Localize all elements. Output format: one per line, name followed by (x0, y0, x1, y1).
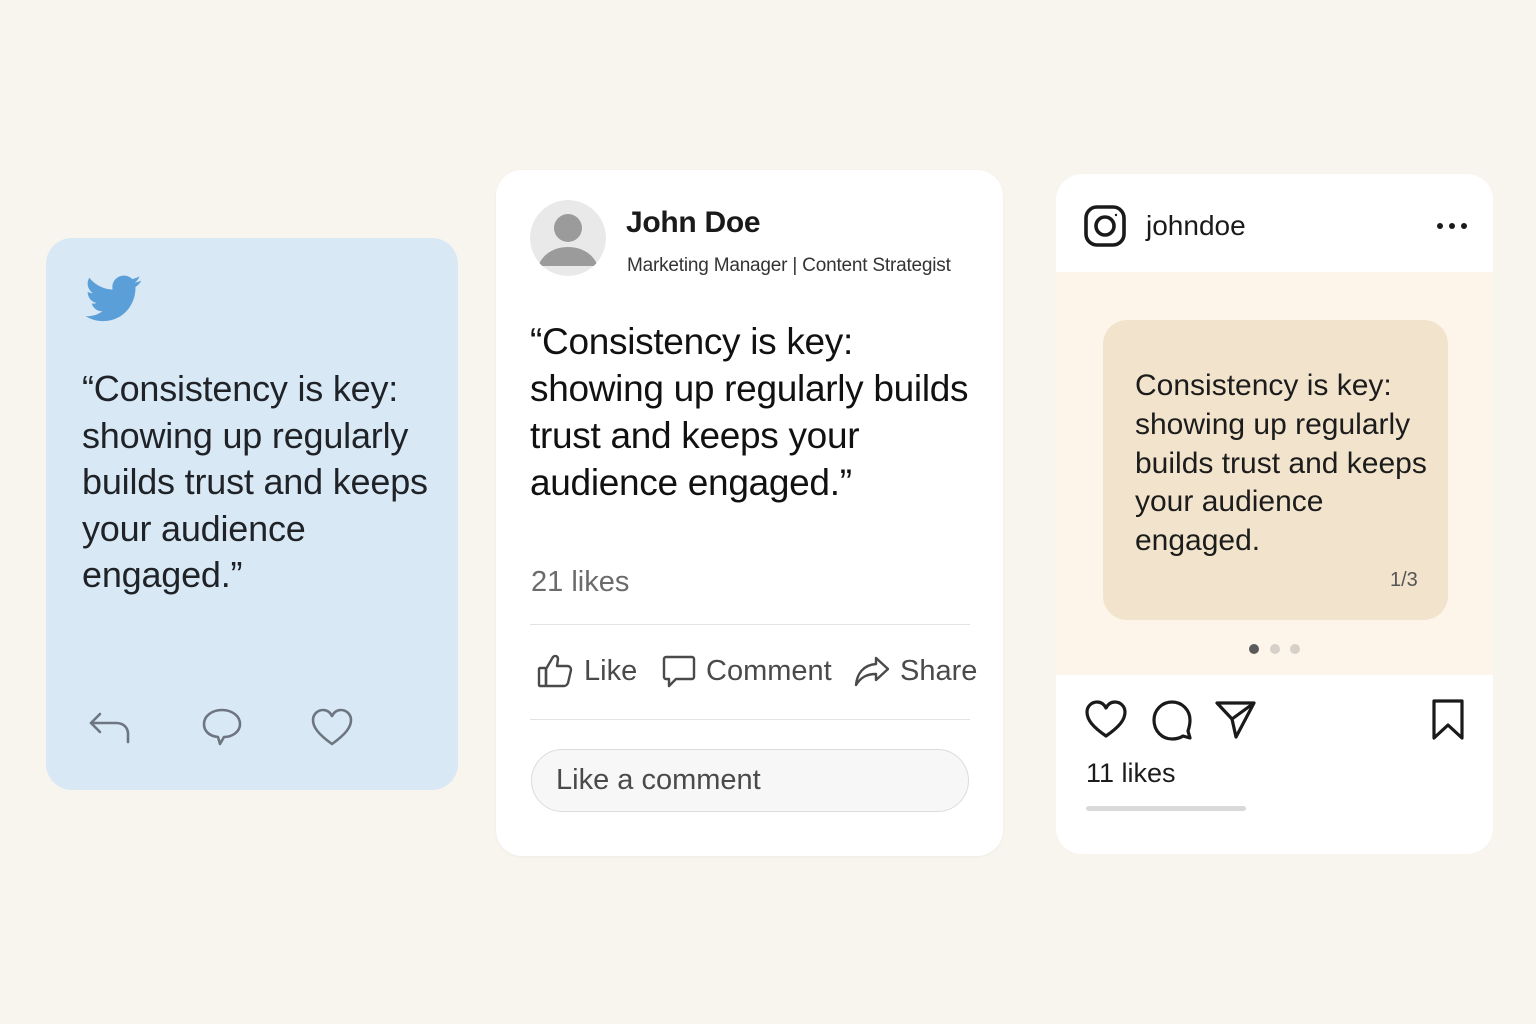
like-label: Like (584, 654, 638, 687)
divider (530, 624, 970, 625)
comment-icon (662, 652, 696, 690)
author-name[interactable]: John Doe (626, 206, 761, 240)
tweet-text: “Consistency is key: showing up regularl… (82, 368, 428, 595)
comment-button[interactable]: Comment (662, 648, 832, 694)
reply-icon[interactable] (86, 704, 134, 750)
carousel-dot-active[interactable] (1249, 644, 1259, 654)
carousel-dot[interactable] (1290, 644, 1300, 654)
slide-text: Consistency is key: showing up regularly… (1135, 369, 1427, 558)
author-headline: Marketing Manager | Content Strategist (627, 255, 951, 276)
share-button[interactable]: Share (854, 648, 977, 694)
instagram-logo-icon (1084, 205, 1126, 247)
caption-placeholder-bar (1086, 806, 1246, 811)
bookmark-icon[interactable] (1428, 698, 1472, 742)
thumbs-up-icon (536, 652, 574, 690)
post-text: “Consistency is key: showing up regularl… (530, 321, 969, 503)
comment-icon[interactable] (198, 704, 246, 750)
slide-counter: 1/3 (1390, 569, 1418, 591)
carousel-dot[interactable] (1270, 644, 1280, 654)
likes-count[interactable]: 11 likes (1086, 758, 1176, 789)
like-button[interactable]: Like (536, 648, 637, 694)
twitter-bird-icon (84, 270, 144, 326)
heart-icon[interactable] (308, 704, 356, 750)
comment-input[interactable]: Like a comment (531, 749, 969, 812)
share-icon (854, 652, 890, 690)
more-options-icon[interactable] (1434, 212, 1470, 240)
comment-label: Comment (706, 654, 832, 687)
send-icon[interactable] (1214, 698, 1258, 742)
avatar-icon[interactable] (530, 200, 606, 276)
username[interactable]: johndoe (1146, 210, 1246, 242)
likes-count[interactable]: 21 likes (531, 566, 629, 599)
share-label: Share (900, 654, 978, 687)
divider (530, 719, 970, 720)
heart-icon[interactable] (1084, 698, 1128, 742)
comment-icon[interactable] (1150, 698, 1194, 742)
